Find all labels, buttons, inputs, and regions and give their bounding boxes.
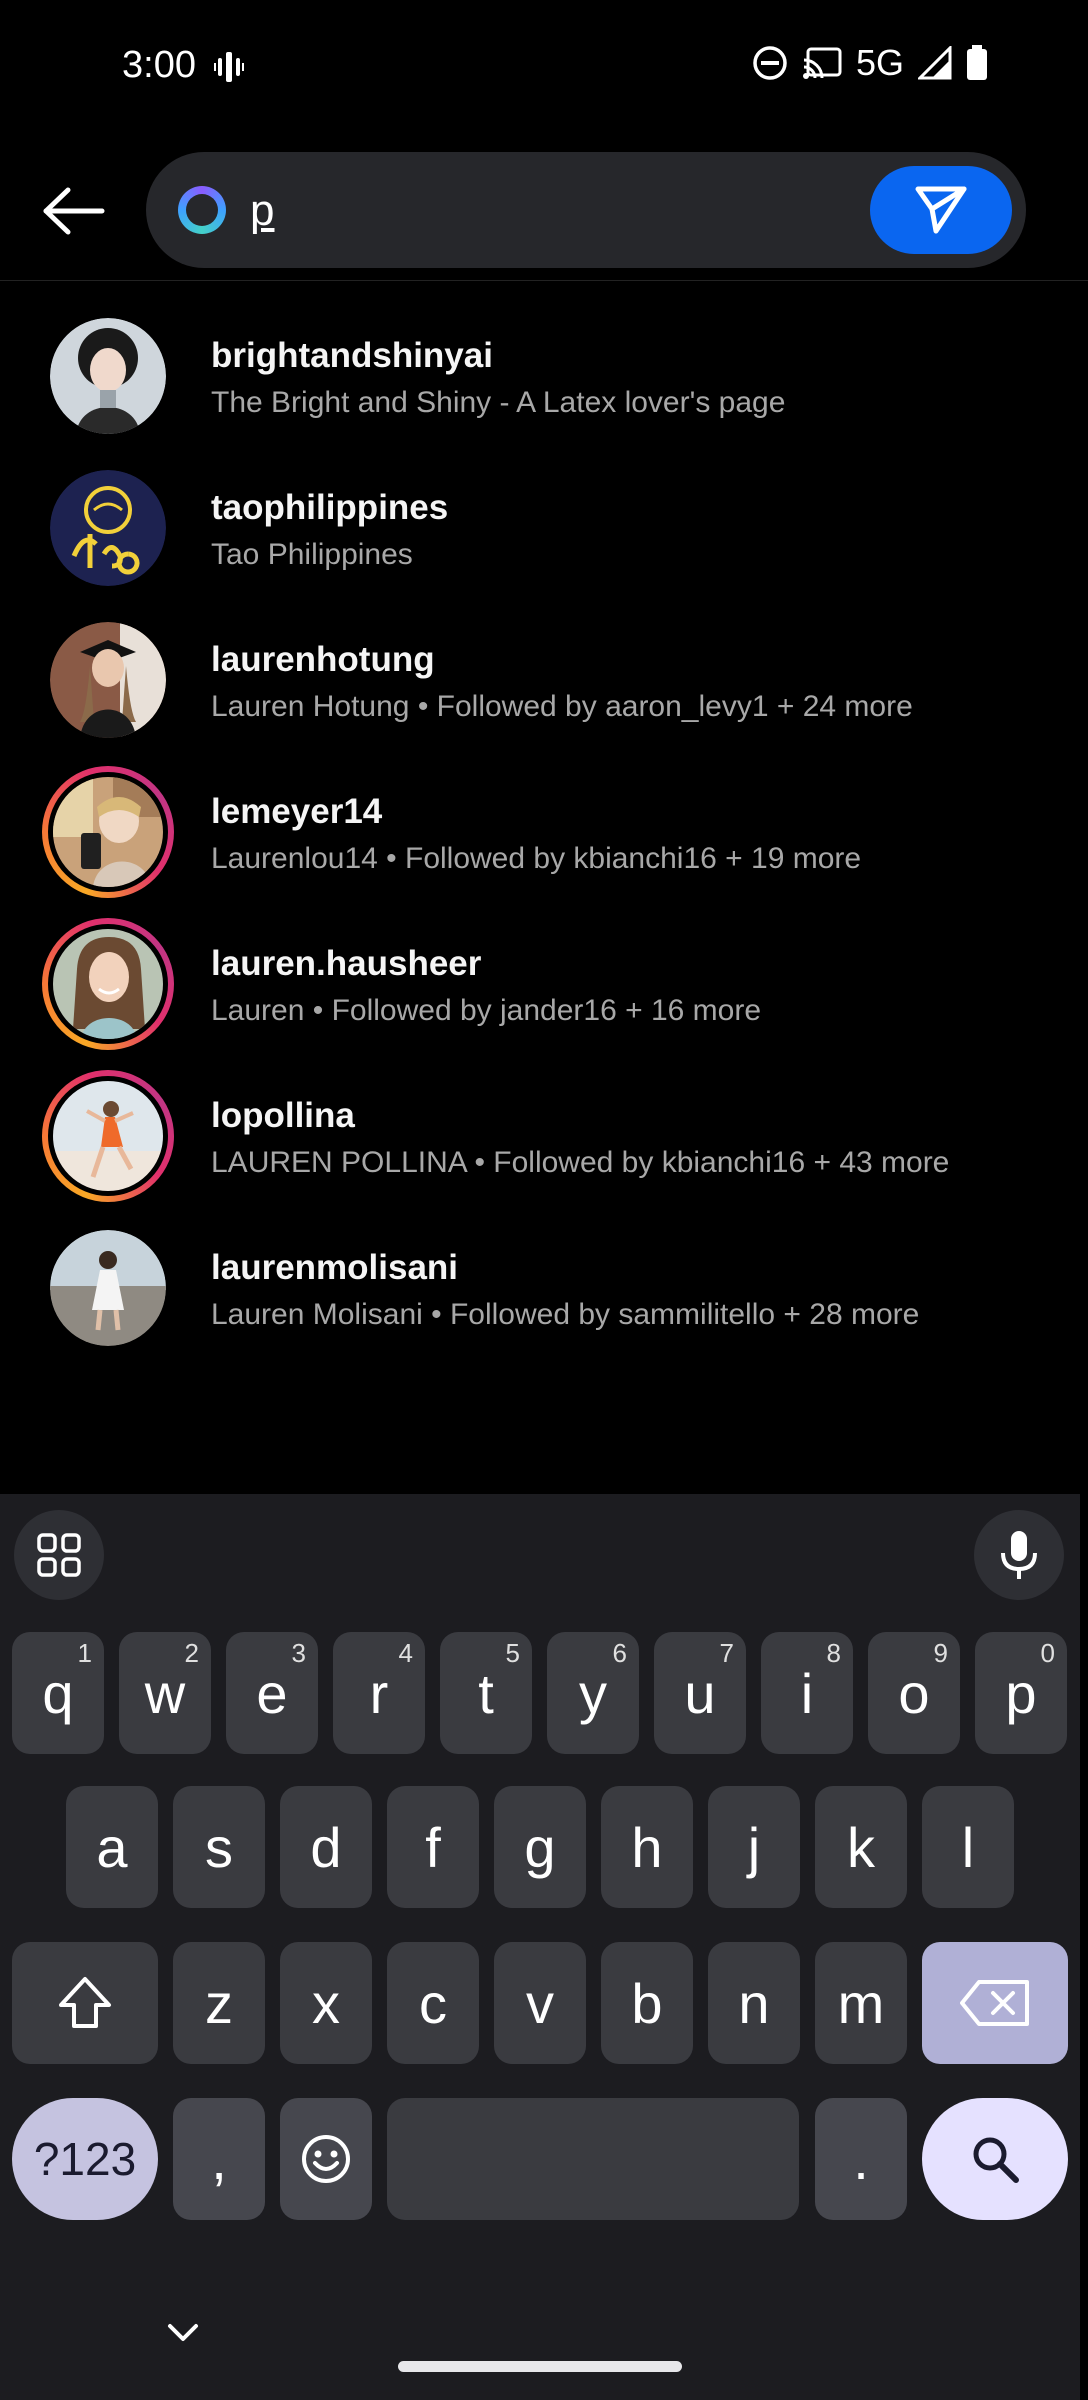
result-username: lauren.hausheer [211,944,482,983]
keyboard-search-key[interactable] [922,2098,1068,2220]
signal-icon [918,46,952,80]
battery-icon [967,45,987,80]
network-type: 5G [855,42,904,83]
key-t[interactable]: t5 [440,1632,532,1754]
period-key[interactable]: . [815,2098,907,2220]
result-username: taophilippines [211,488,449,527]
symbols-key[interactable]: ?123 [12,2098,158,2220]
key-q[interactable]: q1 [12,1632,104,1754]
space-key[interactable] [387,2098,799,2220]
result-subtitle: LAUREN POLLINA • Followed by kbianchi16 … [211,1146,950,1179]
list-item[interactable]: laurenhotung Lauren Hotung • Followed by… [0,604,1088,756]
result-subtitle: Laurenlou14 • Followed by kbianchi16 + 1… [211,842,862,875]
key-l[interactable]: l [922,1786,1014,1908]
list-item[interactable]: taophilippines Tao Philippines [0,452,1088,604]
key-d[interactable]: d [280,1786,372,1908]
key-o[interactable]: o9 [868,1632,960,1754]
backspace-key[interactable] [922,1942,1068,2064]
result-username: lopollina [211,1096,355,1135]
meta-ai-ring-icon[interactable] [178,186,226,234]
vibrate-icon [214,52,244,82]
avatar-story-ring[interactable] [42,766,174,898]
search-icon [973,2137,1019,2183]
key-u[interactable]: u7 [654,1632,746,1754]
send-button[interactable] [870,166,1012,254]
list-item[interactable]: lemeyer14 Laurenlou14 • Followed by kbia… [0,756,1088,908]
avatar[interactable] [50,470,166,586]
key-f[interactable]: f [387,1786,479,1908]
cast-icon [802,47,842,79]
key-g[interactable]: g [494,1786,586,1908]
search-header [0,146,1088,281]
list-item[interactable]: lauren.hausheer Lauren • Followed by jan… [0,908,1088,1060]
result-subtitle: The Bright and Shiny - A Latex lover's p… [211,386,786,419]
avatar[interactable] [50,622,166,738]
key-i[interactable]: i8 [761,1632,853,1754]
result-subtitle: Lauren Molisani • Followed by sammilitel… [211,1298,920,1331]
key-m[interactable]: m [815,1942,907,2064]
status-bar: 3:00 5G [0,0,1088,130]
grid-icon [37,1533,81,1577]
key-n[interactable]: n [708,1942,800,2064]
search-input[interactable] [248,180,852,242]
comma-key[interactable]: , [173,2098,265,2220]
emoji-key[interactable] [280,2098,372,2220]
status-time: 3:00 [122,44,196,86]
avatar[interactable] [50,318,166,434]
on-screen-keyboard: q1 w2 e3 r4 t5 y6 u7 i8 o9 p0 a s d f g … [0,1494,1080,2400]
key-c[interactable]: c [387,1942,479,2064]
list-item[interactable]: brightandshinyai The Bright and Shiny - … [0,300,1088,452]
key-w[interactable]: w2 [119,1632,211,1754]
avatar[interactable] [50,1230,166,1346]
send-icon [915,186,967,234]
list-item[interactable]: laurenmolisani Lauren Molisani • Followe… [0,1212,1088,1364]
key-y[interactable]: y6 [547,1632,639,1754]
key-j[interactable]: j [708,1786,800,1908]
key-k[interactable]: k [815,1786,907,1908]
avatar-story-ring[interactable] [42,918,174,1050]
key-s[interactable]: s [173,1786,265,1908]
shift-arrow-icon [59,1977,111,2028]
backspace-icon [960,1980,1029,2026]
result-subtitle: Lauren • Followed by jander16 + 16 more [211,994,762,1027]
result-subtitle: Lauren Hotung • Followed by aaron_levy1 … [211,690,913,723]
shift-key[interactable] [12,1942,158,2064]
key-h[interactable]: h [601,1786,693,1908]
avatar-story-ring[interactable] [42,1070,174,1202]
arrow-left-icon[interactable] [40,186,106,236]
key-b[interactable]: b [601,1942,693,2064]
apps-grid-button[interactable] [14,1510,104,1600]
key-p[interactable]: p0 [975,1632,1067,1754]
result-username: laurenhotung [211,640,435,679]
key-z[interactable]: z [173,1942,265,2064]
key-v[interactable]: v [494,1942,586,2064]
search-bar[interactable] [146,152,1026,268]
home-gesture-bar[interactable] [398,2361,682,2372]
result-username: laurenmolisani [211,1248,459,1287]
result-username: lemeyer14 [211,792,383,831]
key-a[interactable]: a [66,1786,158,1908]
result-username: brightandshinyai [211,336,493,375]
key-x[interactable]: x [280,1942,372,2064]
microphone-icon [1001,1531,1037,1579]
do-not-disturb-icon [753,46,787,80]
search-results-list: brightandshinyai The Bright and Shiny - … [0,300,1088,1364]
hide-keyboard-chevron-icon[interactable] [166,2322,200,2344]
result-subtitle: Tao Philippines [211,538,413,571]
voice-input-button[interactable] [974,1510,1064,1600]
key-e[interactable]: e3 [226,1632,318,1754]
emoji-icon [302,2135,350,2183]
list-item[interactable]: lopollina LAUREN POLLINA • Followed by k… [0,1060,1088,1212]
key-r[interactable]: r4 [333,1632,425,1754]
